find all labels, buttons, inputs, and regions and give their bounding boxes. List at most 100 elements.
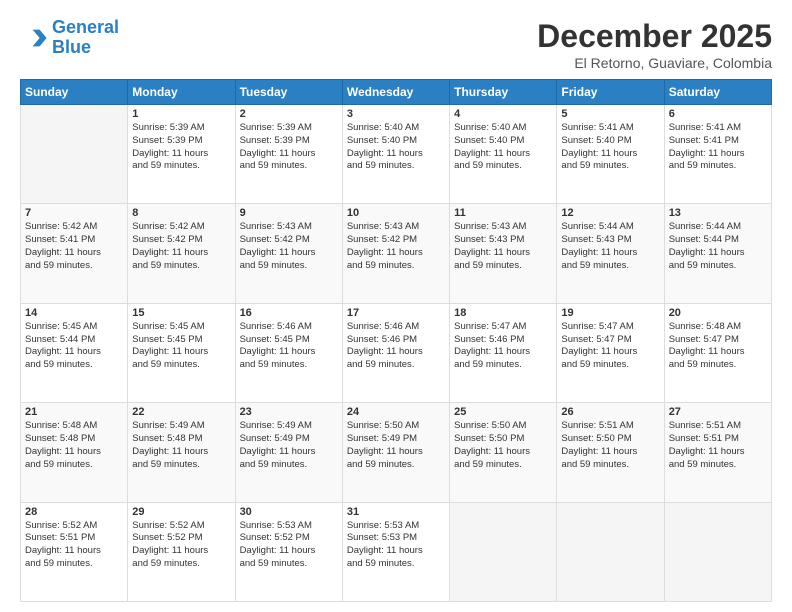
day-number: 18	[454, 307, 552, 319]
weekday-header-wednesday: Wednesday	[342, 80, 449, 105]
day-number: 29	[132, 506, 230, 518]
calendar-header-row: SundayMondayTuesdayWednesdayThursdayFrid…	[21, 80, 772, 105]
calendar-cell: 20 Sunrise: 5:48 AMSunset: 5:47 PMDayligh…	[664, 303, 771, 402]
day-number: 23	[240, 406, 338, 418]
day-number: 2	[240, 108, 338, 120]
day-number: 22	[132, 406, 230, 418]
day-number: 20	[669, 307, 767, 319]
day-info: Sunrise: 5:42 AMSunset: 5:42 PMDaylight:…	[132, 221, 230, 272]
day-info: Sunrise: 5:50 AMSunset: 5:49 PMDaylight:…	[347, 420, 445, 471]
logo: General Blue	[20, 18, 119, 58]
day-info: Sunrise: 5:41 AMSunset: 5:40 PMDaylight:…	[561, 122, 659, 173]
day-info: Sunrise: 5:51 AMSunset: 5:51 PMDaylight:…	[669, 420, 767, 471]
day-number: 11	[454, 207, 552, 219]
calendar-week-5: 28Sunrise: 5:52 AMSunset: 5:51 PMDayligh…	[21, 502, 772, 601]
day-info: Sunrise: 5:41 AMSunset: 5:41 PMDaylight:…	[669, 122, 767, 173]
day-number: 25	[454, 406, 552, 418]
page: General Blue December 2025 El Retorno, G…	[0, 0, 792, 612]
day-number: 5	[561, 108, 659, 120]
calendar-cell: 4Sunrise: 5:40 AMSunset: 5:40 PMDaylight…	[450, 105, 557, 204]
day-number: 24	[347, 406, 445, 418]
calendar-cell: 30 Sunrise: 5:53 AMSunset: 5:52 PMDayligh…	[235, 502, 342, 601]
title-block: December 2025 El Retorno, Guaviare, Colo…	[537, 18, 772, 71]
calendar-table: SundayMondayTuesdayWednesdayThursdayFrid…	[20, 79, 772, 602]
calendar-cell	[21, 105, 128, 204]
day-info: Sunrise: 5:46 AMSunset: 5:45 PMDaylight:…	[240, 321, 338, 372]
day-info: Sunrise: 5:48 AMSunset: 5:47 PMDaylight:…	[669, 321, 767, 372]
calendar-cell: 23 Sunrise: 5:49 AMSunset: 5:49 PMDayligh…	[235, 403, 342, 502]
calendar-cell: 28Sunrise: 5:52 AMSunset: 5:51 PMDayligh…	[21, 502, 128, 601]
day-number: 16	[240, 307, 338, 319]
calendar-cell: 18 Sunrise: 5:47 AMSunset: 5:46 PMDayligh…	[450, 303, 557, 402]
day-number: 31	[347, 506, 445, 518]
logo-line1: General	[52, 17, 119, 37]
calendar-cell: 6 Sunrise: 5:41 AMSunset: 5:41 PMDaylight…	[664, 105, 771, 204]
logo-line2: Blue	[52, 37, 91, 57]
calendar-cell: 14 Sunrise: 5:45 AMSunset: 5:44 PMDayligh…	[21, 303, 128, 402]
day-number: 21	[25, 406, 123, 418]
calendar-cell: 25Sunrise: 5:50 AMSunset: 5:50 PMDayligh…	[450, 403, 557, 502]
calendar-week-2: 7 Sunrise: 5:42 AMSunset: 5:41 PMDaylight…	[21, 204, 772, 303]
day-info: Sunrise: 5:45 AMSunset: 5:45 PMDaylight:…	[132, 321, 230, 372]
day-number: 10	[347, 207, 445, 219]
weekday-header-sunday: Sunday	[21, 80, 128, 105]
header: General Blue December 2025 El Retorno, G…	[20, 18, 772, 71]
day-info: Sunrise: 5:53 AMSunset: 5:53 PMDaylight:…	[347, 520, 445, 571]
day-info: Sunrise: 5:47 AMSunset: 5:46 PMDaylight:…	[454, 321, 552, 372]
day-number: 8	[132, 207, 230, 219]
calendar-cell	[557, 502, 664, 601]
calendar-cell: 16 Sunrise: 5:46 AMSunset: 5:45 PMDayligh…	[235, 303, 342, 402]
calendar-cell	[450, 502, 557, 601]
day-number: 15	[132, 307, 230, 319]
calendar-cell: 2Sunrise: 5:39 AMSunset: 5:39 PMDaylight…	[235, 105, 342, 204]
weekday-header-friday: Friday	[557, 80, 664, 105]
calendar-cell: 15 Sunrise: 5:45 AMSunset: 5:45 PMDayligh…	[128, 303, 235, 402]
logo-text: General Blue	[52, 18, 119, 58]
day-info: Sunrise: 5:48 AMSunset: 5:48 PMDaylight:…	[25, 420, 123, 471]
calendar-cell: 9 Sunrise: 5:43 AMSunset: 5:42 PMDaylight…	[235, 204, 342, 303]
day-info: Sunrise: 5:43 AMSunset: 5:42 PMDaylight:…	[240, 221, 338, 272]
day-number: 14	[25, 307, 123, 319]
day-number: 26	[561, 406, 659, 418]
day-info: Sunrise: 5:43 AMSunset: 5:43 PMDaylight:…	[454, 221, 552, 272]
calendar-cell: 26 Sunrise: 5:51 AMSunset: 5:50 PMDayligh…	[557, 403, 664, 502]
calendar-cell: 22Sunrise: 5:49 AMSunset: 5:48 PMDayligh…	[128, 403, 235, 502]
calendar-cell: 24 Sunrise: 5:50 AMSunset: 5:49 PMDayligh…	[342, 403, 449, 502]
calendar-cell: 12Sunrise: 5:44 AMSunset: 5:43 PMDayligh…	[557, 204, 664, 303]
calendar-cell: 29 Sunrise: 5:52 AMSunset: 5:52 PMDayligh…	[128, 502, 235, 601]
calendar-cell: 3Sunrise: 5:40 AMSunset: 5:40 PMDaylight…	[342, 105, 449, 204]
calendar-cell: 5 Sunrise: 5:41 AMSunset: 5:40 PMDaylight…	[557, 105, 664, 204]
calendar-cell: 19 Sunrise: 5:47 AMSunset: 5:47 PMDayligh…	[557, 303, 664, 402]
day-number: 17	[347, 307, 445, 319]
day-info: Sunrise: 5:42 AMSunset: 5:41 PMDaylight:…	[25, 221, 123, 272]
calendar-cell: 17 Sunrise: 5:46 AMSunset: 5:46 PMDayligh…	[342, 303, 449, 402]
calendar-body: 1Sunrise: 5:39 AMSunset: 5:39 PMDaylight…	[21, 105, 772, 602]
day-info: Sunrise: 5:40 AMSunset: 5:40 PMDaylight:…	[454, 122, 552, 173]
day-info: Sunrise: 5:45 AMSunset: 5:44 PMDaylight:…	[25, 321, 123, 372]
day-info: Sunrise: 5:52 AMSunset: 5:51 PMDaylight:…	[25, 520, 123, 571]
calendar-week-4: 21 Sunrise: 5:48 AMSunset: 5:48 PMDayligh…	[21, 403, 772, 502]
day-number: 13	[669, 207, 767, 219]
calendar-cell: 10Sunrise: 5:43 AMSunset: 5:42 PMDayligh…	[342, 204, 449, 303]
day-number: 19	[561, 307, 659, 319]
location: El Retorno, Guaviare, Colombia	[537, 55, 772, 71]
day-info: Sunrise: 5:53 AMSunset: 5:52 PMDaylight:…	[240, 520, 338, 571]
day-number: 27	[669, 406, 767, 418]
day-number: 12	[561, 207, 659, 219]
calendar-cell: 13Sunrise: 5:44 AMSunset: 5:44 PMDayligh…	[664, 204, 771, 303]
day-info: Sunrise: 5:46 AMSunset: 5:46 PMDaylight:…	[347, 321, 445, 372]
day-info: Sunrise: 5:51 AMSunset: 5:50 PMDaylight:…	[561, 420, 659, 471]
day-number: 6	[669, 108, 767, 120]
day-number: 30	[240, 506, 338, 518]
day-info: Sunrise: 5:49 AMSunset: 5:49 PMDaylight:…	[240, 420, 338, 471]
day-info: Sunrise: 5:47 AMSunset: 5:47 PMDaylight:…	[561, 321, 659, 372]
calendar-cell: 11 Sunrise: 5:43 AMSunset: 5:43 PMDayligh…	[450, 204, 557, 303]
day-info: Sunrise: 5:52 AMSunset: 5:52 PMDaylight:…	[132, 520, 230, 571]
weekday-header-tuesday: Tuesday	[235, 80, 342, 105]
weekday-header-monday: Monday	[128, 80, 235, 105]
day-number: 9	[240, 207, 338, 219]
day-number: 7	[25, 207, 123, 219]
month-title: December 2025	[537, 18, 772, 55]
day-info: Sunrise: 5:39 AMSunset: 5:39 PMDaylight:…	[132, 122, 230, 173]
calendar-cell: 8 Sunrise: 5:42 AMSunset: 5:42 PMDaylight…	[128, 204, 235, 303]
